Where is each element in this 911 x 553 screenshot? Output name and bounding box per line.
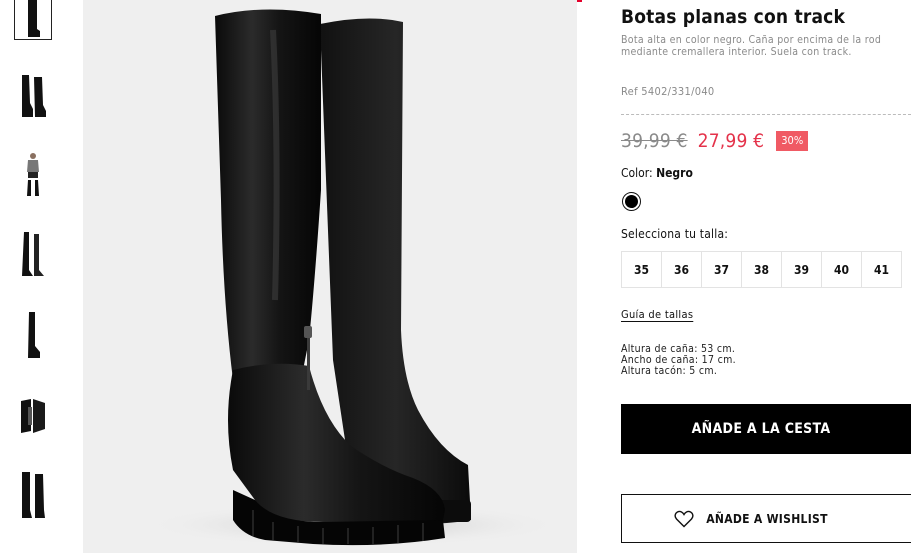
color-swatch-black[interactable] [622,192,641,211]
thumbnail-6[interactable] [14,392,52,438]
product-reference: Ref 5402/331/040 [621,85,715,98]
product-description: Bota alta en color negro. Caña por encim… [621,34,911,58]
boots-image [143,9,563,547]
old-price: 39,99 € [621,130,688,152]
model-thumbnail-image [27,153,39,196]
sale-price: 27,99 € [697,130,765,152]
description-line: Bota alta en color negro. Caña por encim… [621,34,882,46]
thumbnail-4[interactable] [14,232,52,278]
thumbnail-7[interactable] [14,472,52,518]
measurements: Altura de caña: 53 cm. Ancho de caña: 17… [621,344,736,377]
discount-badge: 30% [776,131,809,151]
color-value: Negro [656,166,693,180]
add-to-wishlist-button[interactable]: AÑADE A WISHLIST [621,494,911,543]
size-label: Selecciona tu talla: [621,227,729,241]
description-line: mediante cremallera interior. Suela con … [621,46,852,58]
boot-pair-side-thumbnail-image [22,232,44,276]
thumbnail-1[interactable] [14,0,52,40]
divider [621,114,911,115]
measurement-heel-height: Altura tacón: 5 cm. [621,365,718,377]
add-to-cart-button[interactable]: AÑADE A LA CESTA [621,404,911,454]
thumbnail-2[interactable] [14,72,52,118]
color-label-text: Color: [621,166,653,180]
color-swatch-fill [625,195,638,208]
boot-thumbnail-image [28,0,40,37]
boot-detail-thumbnail-image [21,399,45,433]
main-product-image[interactable] [83,0,577,553]
add-to-wishlist-label: AÑADE A WISHLIST [706,511,828,526]
thumbnail-5[interactable] [14,312,52,358]
size-option-36[interactable]: 36 [661,251,702,288]
thumbnail-3[interactable] [14,152,52,198]
boot-pair-thumbnail-image [22,75,46,117]
add-to-cart-label: AÑADE A LA CESTA [691,421,831,437]
size-option-37[interactable]: 37 [701,251,742,288]
product-title: Botas planas con track [621,6,846,28]
price-row: 39,99 € 27,99 € 30% [621,130,809,152]
boot-side-thumbnail-image [28,312,40,358]
size-option-39[interactable]: 39 [781,251,822,288]
size-option-41[interactable]: 41 [861,251,902,288]
size-guide-link[interactable]: Guía de tallas [621,308,693,321]
size-selector: 35 36 37 38 39 40 41 [621,251,902,288]
boot-pair-back-thumbnail-image [22,472,45,518]
size-option-35[interactable]: 35 [621,251,662,288]
size-option-40[interactable]: 40 [821,251,862,288]
color-label: Color: Negro [621,166,693,180]
heart-icon [674,510,694,528]
size-option-38[interactable]: 38 [741,251,782,288]
